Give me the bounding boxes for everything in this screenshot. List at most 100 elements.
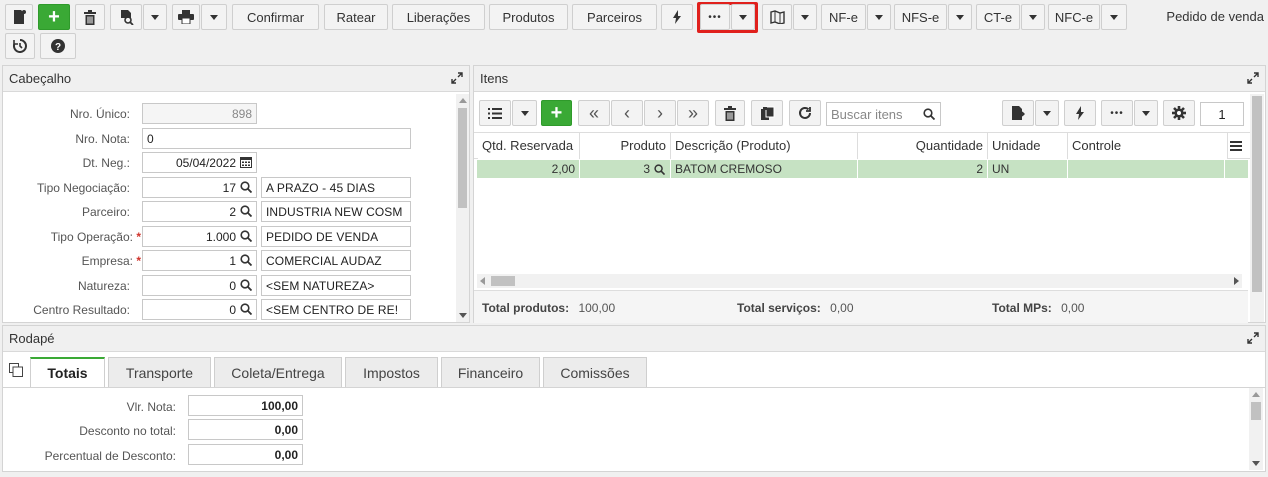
delete-button[interactable] (75, 4, 105, 30)
nro-nota-label: Nro. Nota: (75, 132, 130, 146)
item-more-button[interactable]: ••• (1101, 100, 1133, 126)
column-produto[interactable]: Produto (580, 133, 671, 159)
lightning-icon (673, 10, 681, 24)
tipo-negociacao-code-field[interactable]: 17 (142, 177, 257, 198)
liberacoes-button[interactable]: Liberações (392, 4, 485, 30)
page-number-input[interactable]: 1 (1200, 102, 1244, 126)
prev-page-button[interactable]: ‹ (611, 100, 643, 126)
parceiro-code-field[interactable]: 2 (142, 201, 257, 222)
more-options-dropdown[interactable] (731, 4, 755, 30)
nfse-button[interactable]: NFS-e (894, 4, 947, 30)
column-controle[interactable]: Controle (1068, 133, 1228, 159)
centro-resultado-code-field[interactable]: 0 (142, 299, 257, 320)
scroll-up-arrow[interactable] (459, 98, 467, 103)
nfe-dropdown[interactable] (867, 4, 891, 30)
column-unidade[interactable]: Unidade (988, 133, 1068, 159)
produtos-button[interactable]: Produtos (489, 4, 568, 30)
export-dropdown[interactable] (1035, 100, 1059, 126)
scroll-left-arrow[interactable] (480, 277, 485, 285)
search-icon[interactable] (240, 254, 252, 266)
scroll-thumb[interactable] (1252, 96, 1262, 292)
tab-comissoes[interactable]: Comissões (543, 357, 647, 387)
nfce-dropdown[interactable] (1101, 4, 1127, 30)
last-page-button[interactable]: » (677, 100, 709, 126)
search-icon[interactable] (240, 230, 252, 242)
add-button[interactable]: + (38, 4, 70, 30)
confirmar-button[interactable]: Confirmar (232, 4, 319, 30)
list-view-dropdown[interactable] (512, 100, 537, 126)
tab-totais[interactable]: Totais (30, 357, 105, 387)
search-icon[interactable] (654, 164, 665, 175)
tipo-operacao-code-field[interactable]: 1.000 (142, 226, 257, 247)
tab-transporte[interactable]: Transporte (108, 357, 211, 387)
copy-icon[interactable] (9, 363, 23, 377)
empresa-code-field[interactable]: 1 (142, 250, 257, 271)
scroll-thumb[interactable] (1251, 402, 1261, 420)
items-vertical-scrollbar[interactable] (1250, 94, 1264, 322)
tab-impostos[interactable]: Impostos (345, 357, 438, 387)
column-qtd-reservada[interactable]: Qtd. Reservada (478, 133, 580, 159)
scroll-up-arrow[interactable] (1252, 392, 1260, 397)
required-mark: * (136, 254, 141, 268)
next-page-button[interactable]: › (644, 100, 676, 126)
cte-dropdown[interactable] (1021, 4, 1045, 30)
expand-icon[interactable] (1247, 72, 1259, 84)
nro-nota-field[interactable]: 0 (142, 128, 411, 149)
print-dropdown[interactable] (201, 4, 227, 30)
add-item-button[interactable]: + (541, 100, 572, 126)
table-row[interactable]: 2,00 3 BATOM CREMOSO 2 UN (477, 160, 1248, 178)
scroll-down-arrow[interactable] (459, 313, 467, 318)
dt-neg-field[interactable]: 05/04/2022 (142, 152, 257, 173)
nfse-dropdown[interactable] (948, 4, 972, 30)
copy-item-button[interactable] (751, 100, 783, 126)
parceiros-button[interactable]: Parceiros (572, 4, 657, 30)
actions-button[interactable] (661, 4, 693, 30)
ratear-button[interactable]: Ratear (324, 4, 388, 30)
scroll-thumb[interactable] (491, 276, 515, 286)
delete-item-button[interactable] (715, 100, 745, 126)
refresh-button[interactable] (789, 100, 821, 126)
column-quantidade[interactable]: Quantidade (858, 133, 988, 159)
more-options-button[interactable]: ••• (700, 4, 730, 30)
scroll-thumb[interactable] (458, 108, 467, 208)
nfe-button[interactable]: NF-e (821, 4, 866, 30)
search-icon[interactable] (923, 108, 935, 120)
rodape-scrollbar[interactable] (1249, 388, 1263, 470)
map-button[interactable] (762, 4, 792, 30)
nfce-button[interactable]: NFC-e (1048, 4, 1100, 30)
nro-unico-label: Nro. Único: (69, 107, 130, 121)
desconto-total-field[interactable]: 0,00 (188, 419, 303, 440)
item-actions-button[interactable] (1064, 100, 1096, 126)
first-page-button[interactable]: « (578, 100, 610, 126)
tab-coleta-entrega[interactable]: Coleta/Entrega (214, 357, 342, 387)
print-button[interactable] (172, 4, 200, 30)
search-items-input[interactable]: Buscar itens (826, 102, 941, 126)
map-dropdown[interactable] (793, 4, 817, 30)
item-more-dropdown[interactable] (1134, 100, 1158, 126)
preview-button[interactable] (110, 4, 142, 30)
settings-button[interactable] (1163, 100, 1195, 126)
search-icon[interactable] (240, 181, 252, 193)
calendar-icon[interactable] (240, 156, 252, 168)
items-horizontal-scrollbar[interactable] (477, 274, 1242, 288)
column-menu-icon[interactable] (1230, 141, 1242, 151)
new-document-button[interactable] (5, 4, 33, 30)
export-button[interactable] (1002, 100, 1034, 126)
expand-icon[interactable] (451, 72, 463, 84)
preview-dropdown[interactable] (143, 4, 167, 30)
cabecalho-scrollbar[interactable] (456, 94, 469, 322)
refresh-history-button[interactable] (5, 33, 35, 59)
scroll-right-arrow[interactable] (1234, 277, 1239, 285)
help-button[interactable]: ? (40, 33, 76, 59)
cte-button[interactable]: CT-e (976, 4, 1020, 30)
column-descricao[interactable]: Descrição (Produto) (671, 133, 858, 159)
tab-financeiro[interactable]: Financeiro (441, 357, 540, 387)
list-view-button[interactable] (479, 100, 511, 126)
scroll-down-arrow[interactable] (1252, 461, 1260, 466)
search-icon[interactable] (240, 279, 252, 291)
expand-icon[interactable] (1247, 332, 1259, 344)
natureza-code-field[interactable]: 0 (142, 275, 257, 296)
search-icon[interactable] (240, 303, 252, 315)
percentual-desconto-field[interactable]: 0,00 (188, 444, 303, 465)
search-icon[interactable] (240, 205, 252, 217)
